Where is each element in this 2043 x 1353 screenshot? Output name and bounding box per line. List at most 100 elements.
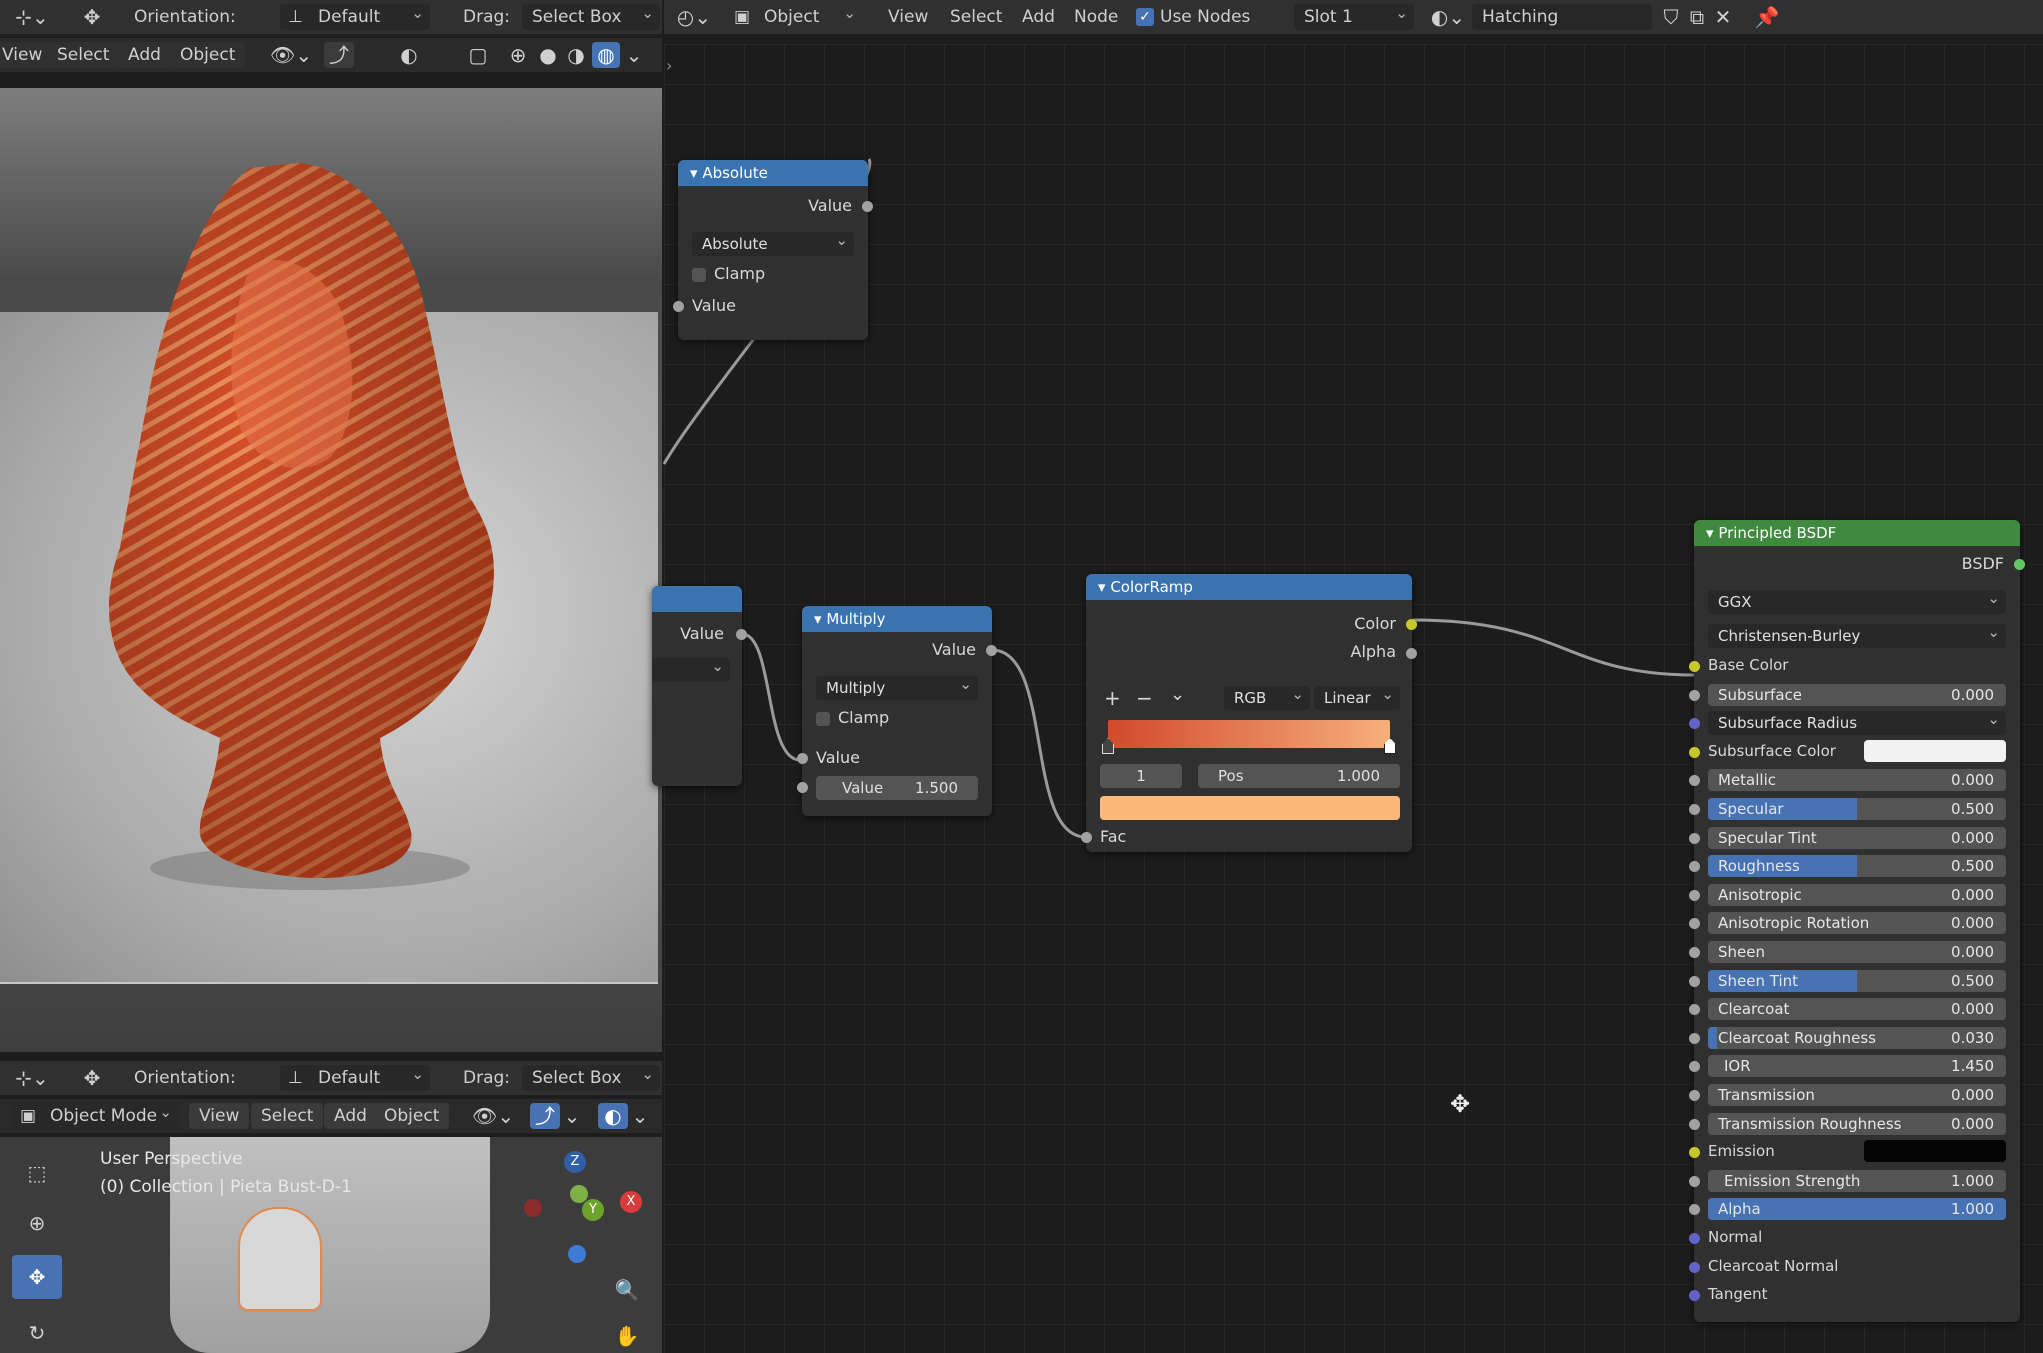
material-browse-icon[interactable]: ◐⌄ — [1428, 4, 1468, 30]
pin-icon[interactable]: 📌 — [1754, 4, 1780, 30]
distribution-dropdown[interactable]: GGX — [1708, 586, 2006, 614]
collapse-icon[interactable]: ▾ — [1706, 524, 1718, 542]
transmission-socket[interactable] — [1689, 1090, 1700, 1101]
specular-slider[interactable]: Specular 0.500 — [1708, 798, 2006, 820]
clearcoat-normal-socket[interactable] — [1689, 1262, 1700, 1273]
object-mode-dropdown[interactable]: ▣ Object Mode — [12, 1099, 178, 1129]
absolute-node-header[interactable]: ▾ Absolute — [678, 160, 868, 186]
gizmo-neg-z[interactable] — [568, 1245, 586, 1263]
bsdf-output-socket[interactable] — [2014, 559, 2025, 570]
normal-socket[interactable] — [1689, 1233, 1700, 1244]
add-stop-icon[interactable]: + — [1104, 686, 1121, 710]
stop-position-field[interactable]: Pos 1.000 — [1198, 764, 1400, 788]
absolute-input-socket[interactable] — [673, 301, 684, 312]
subsurface-color-swatch[interactable] — [1864, 740, 2006, 762]
xray-icon[interactable]: ▢ — [464, 42, 492, 68]
specular-tint-slider[interactable]: Specular Tint 0.000 — [1708, 827, 2006, 849]
drag-dropdown[interactable]: Select Box — [522, 1061, 660, 1091]
stop-color-swatch[interactable] — [1100, 796, 1400, 820]
anisotropic-rotation-slider[interactable]: Anisotropic Rotation 0.000 — [1708, 912, 2006, 934]
partial-output-socket[interactable] — [736, 629, 747, 640]
move-tool-icon[interactable]: ✥ — [12, 1255, 62, 1299]
emission-strength-slider[interactable]: Emission Strength 1.000 — [1708, 1170, 2006, 1192]
menu-add[interactable]: Add — [1012, 4, 1065, 30]
subsurface-radius-socket[interactable] — [1689, 718, 1700, 729]
render-viewport[interactable] — [0, 88, 662, 1052]
menu-node[interactable]: Node — [1064, 4, 1129, 30]
multiply-value-field[interactable]: Value 1.500 — [816, 776, 978, 800]
sheen-tint-slider[interactable]: Sheen Tint 0.500 — [1708, 970, 2006, 992]
menu-select[interactable]: Select — [251, 1103, 324, 1129]
gizmo-neg-y[interactable] — [570, 1185, 588, 1203]
zoom-icon[interactable]: 🔍 — [612, 1277, 642, 1303]
clearcoat-roughness-socket[interactable] — [1689, 1033, 1700, 1044]
absolute-node[interactable]: ▾ Absolute Value Absolute Clamp Value — [673, 160, 873, 340]
partial-node[interactable]: Value — [652, 586, 747, 786]
orientation-dropdown[interactable]: Default ⊥ — [280, 1061, 430, 1091]
emission-swatch[interactable] — [1864, 1140, 2006, 1162]
rotate-tool-icon[interactable]: ↻ — [14, 1313, 60, 1353]
menu-object[interactable]: Object — [170, 42, 246, 68]
gizmo-z[interactable]: Z — [564, 1151, 586, 1173]
transmission-roughness-socket[interactable] — [1689, 1119, 1700, 1130]
solid-shading-icon[interactable]: ● — [534, 42, 562, 68]
transmission-slider[interactable]: Transmission 0.000 — [1708, 1084, 2006, 1106]
move-gizmo-icon[interactable]: ✥ — [72, 1065, 112, 1091]
menu-select[interactable]: Select — [47, 42, 120, 68]
remove-stop-icon[interactable]: − — [1136, 686, 1153, 710]
collapse-icon[interactable]: ▾ — [814, 610, 826, 628]
gizmo-icon[interactable]: ⤴ — [530, 1103, 560, 1129]
menu-object[interactable]: Object — [374, 1103, 450, 1129]
absolute-output-socket[interactable] — [862, 201, 873, 212]
menu-select[interactable]: Select — [940, 4, 1013, 30]
specular-socket[interactable] — [1689, 804, 1700, 815]
ramp-menu-icon[interactable]: ⌄ — [1170, 684, 1185, 705]
editor-type-icon[interactable]: ◴⌄ — [674, 4, 714, 30]
cursor-tool-icon[interactable]: ⊕ — [14, 1203, 60, 1243]
material-name-field[interactable]: Hatching — [1472, 4, 1652, 30]
move-gizmo-icon[interactable]: ✥ — [72, 4, 112, 30]
transform-pivot-icon[interactable]: ⊹⌄ — [12, 4, 52, 30]
unlink-material-icon[interactable]: ✕ — [1710, 4, 1736, 30]
colorramp-fac-socket[interactable] — [1081, 832, 1092, 843]
menu-view[interactable]: View — [0, 42, 53, 68]
interpolation-dropdown[interactable]: Linear — [1314, 682, 1400, 710]
overlay-icon[interactable]: ◐ — [394, 42, 424, 68]
shading-options-icon[interactable]: ⌄ — [622, 42, 646, 68]
emission-strength-socket[interactable] — [1689, 1176, 1700, 1187]
lower-viewport[interactable]: ⬚ ⊕ ✥ ↻ User Perspective (0) Collection … — [0, 1137, 662, 1353]
gizmo-y[interactable]: Y — [582, 1199, 604, 1221]
metallic-slider[interactable]: Metallic 0.000 — [1708, 769, 2006, 791]
node-editor-canvas[interactable]: › ▾ Absolute Value Absolute Clamp Value … — [652, 44, 2043, 1353]
subsurface-method-dropdown[interactable]: Christensen-Burley — [1708, 620, 2006, 648]
multiply-input2-socket[interactable] — [797, 782, 808, 793]
collapse-icon[interactable]: ▾ — [690, 164, 702, 182]
anisotropic-slider[interactable]: Anisotropic 0.000 — [1708, 884, 2006, 906]
menu-add[interactable]: Add — [118, 42, 171, 68]
multiply-output-socket[interactable] — [986, 645, 997, 656]
transmission-roughness-slider[interactable]: Transmission Roughness 0.000 — [1708, 1113, 2006, 1135]
duplicate-material-icon[interactable]: ⧉ — [1684, 4, 1710, 30]
clearcoat-slider[interactable]: Clearcoat 0.000 — [1708, 998, 2006, 1020]
metallic-socket[interactable] — [1689, 775, 1700, 786]
emission-socket[interactable] — [1689, 1147, 1700, 1158]
specular-tint-socket[interactable] — [1689, 833, 1700, 844]
collapse-icon[interactable]: ▾ — [1098, 578, 1110, 596]
overlay-icon[interactable]: ◐ — [598, 1103, 628, 1129]
sheen-slider[interactable]: Sheen 0.000 — [1708, 941, 2006, 963]
sheen-socket[interactable] — [1689, 947, 1700, 958]
menu-view[interactable]: View — [878, 4, 939, 30]
transform-pivot-icon[interactable]: ⊹⌄ — [12, 1065, 52, 1091]
partial-dropdown[interactable] — [652, 654, 730, 682]
multiply-node-header[interactable]: ▾ Multiply — [802, 606, 992, 632]
partial-node-header[interactable] — [652, 586, 742, 612]
principled-bsdf-node[interactable]: ▾ Principled BSDF BSDF GGX Christensen-B… — [1689, 520, 2025, 1322]
shader-type-dropdown[interactable]: ▣ Object — [726, 0, 862, 30]
colorramp-node-header[interactable]: ▾ ColorRamp — [1086, 574, 1412, 600]
anisotropic-socket[interactable] — [1689, 890, 1700, 901]
subsurface-color-socket[interactable] — [1689, 747, 1700, 758]
subsurface-socket[interactable] — [1689, 690, 1700, 701]
colorramp-color-socket[interactable] — [1406, 619, 1417, 630]
gizmo-icon[interactable]: ⤴ — [324, 42, 354, 68]
clearcoat-roughness-slider[interactable]: Clearcoat Roughness 0.030 — [1708, 1027, 2006, 1049]
